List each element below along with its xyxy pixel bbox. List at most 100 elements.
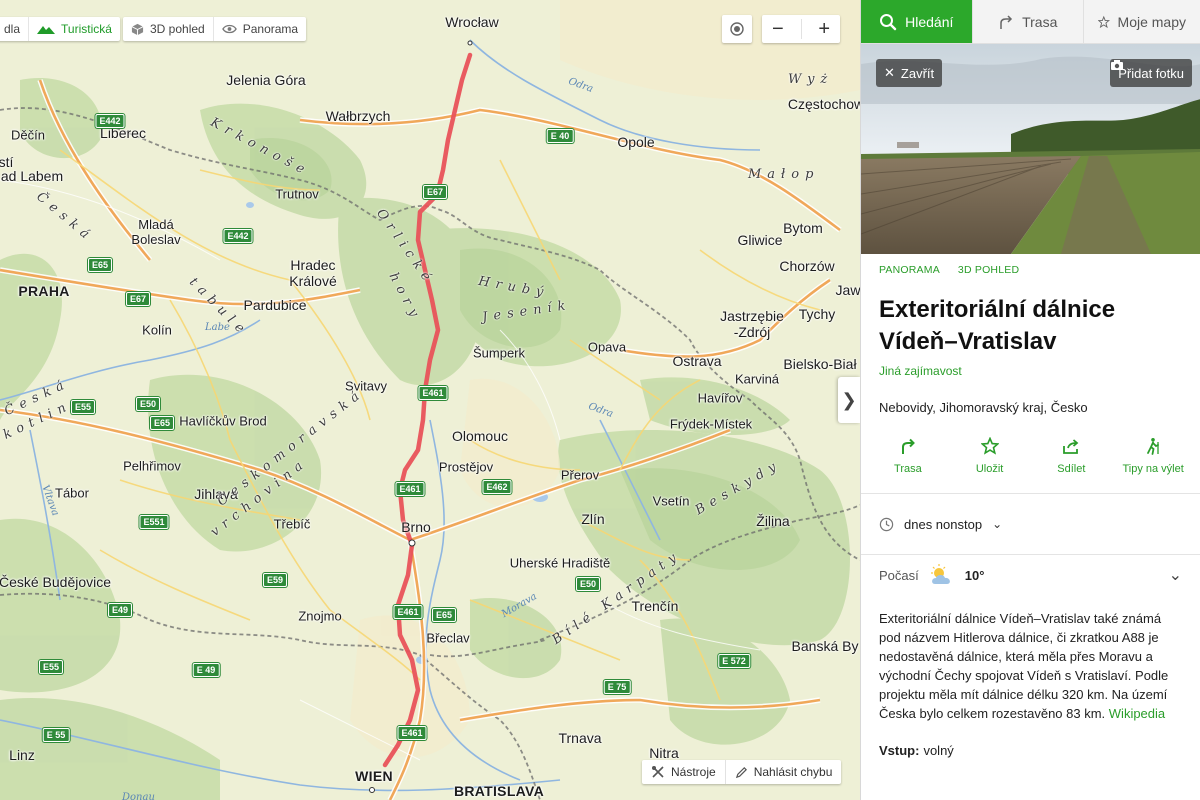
opening-hours-row[interactable]: dnes nonstop ⌄ (861, 494, 1200, 554)
map-bottom-bar: Nástroje Nahlásit chybu (642, 760, 842, 784)
place-bielsko: Bielsko-Biał (783, 356, 857, 372)
river-labe: Labe (205, 322, 230, 333)
tab-route[interactable]: Trasa (973, 0, 1084, 43)
place-frydek: Frýdek-Místek (669, 416, 753, 432)
tools-icon (652, 766, 664, 778)
place-jelenia-gora: Jelenia Góra (226, 72, 306, 88)
place-jastrzebie: Jastrzębie -Zdrój (720, 308, 784, 340)
place-karvina: Karviná (734, 371, 780, 387)
place-prostejov: Prostějov (438, 459, 494, 475)
road-shield: E442 (95, 114, 125, 128)
weather-label: Počasí (879, 567, 919, 583)
star-icon (1098, 15, 1110, 28)
place-usti-top: stí (0, 154, 14, 170)
road-shield: E551 (139, 515, 169, 529)
place-linz: Linz (9, 747, 35, 763)
wikipedia-link[interactable]: Wikipedia (1109, 706, 1165, 721)
place-trebic: Třebíč (273, 516, 311, 532)
road-shield: E59 (262, 573, 288, 587)
layer-3d[interactable]: 3D pohled (123, 17, 213, 41)
place-ostrava: Ostrava (672, 353, 722, 369)
place-decin: Děčín (11, 127, 45, 143)
entry-value: volný (923, 743, 954, 758)
road-shield: E55 (70, 400, 96, 414)
road-shield: E462 (482, 480, 512, 494)
place-wien: WIEN (355, 768, 393, 784)
chevron-down-icon: ⌄ (992, 517, 1003, 531)
road-shield: E 75 (603, 680, 631, 694)
chip-panorama[interactable]: PANORAMA (879, 264, 940, 276)
place-mlada-boleslav: Mladá Boleslav (131, 217, 181, 247)
tab-search[interactable]: Hledání (861, 0, 973, 43)
road-shield: E50 (135, 397, 161, 411)
road-shield: E49 (107, 603, 133, 617)
action-save[interactable]: Uložit (950, 437, 1030, 475)
layer-panorama[interactable]: Panorama (212, 17, 306, 41)
place-prerov: Přerov (560, 467, 600, 483)
map-canvas[interactable]: Wrocław Jelenia Góra Wałbrzych Częstocho… (0, 0, 860, 800)
zoom-in-button[interactable]: + (818, 18, 830, 41)
road-shield: E442 (223, 229, 253, 243)
place-nitra: Nitra (649, 745, 679, 761)
partly-cloudy-icon (930, 564, 950, 584)
road-shield: E 49 (192, 663, 220, 677)
place-zilina: Žilina (756, 513, 790, 529)
layer-partial[interactable]: dla (0, 17, 28, 41)
map-layer-bar: dla Turistická (0, 17, 120, 41)
close-photo-button[interactable]: ✕ Zavřít (876, 59, 943, 87)
temperature: 10° (964, 567, 985, 583)
chip-3d[interactable]: 3D POHLED (958, 264, 1019, 276)
place-gliwice: Gliwice (737, 232, 783, 248)
action-route[interactable]: Trasa (868, 437, 948, 475)
opening-hours: dnes nonstop (904, 516, 983, 532)
road-shield: E55 (38, 660, 64, 674)
panorama-photo[interactable]: ✕ Zavřít Přidat fotku (861, 44, 1200, 254)
place-havlickuv-brod: Havlíčkův Brod (179, 413, 267, 429)
place-usti: ad Labem (0, 168, 64, 184)
zoom-control: − + (762, 15, 840, 43)
layer-tourist[interactable]: Turistická (28, 17, 120, 41)
zoom-out-button[interactable]: − (772, 18, 784, 41)
road-shield: E 40 (546, 129, 574, 143)
place-bratislava: BRATISLAVA (453, 783, 545, 799)
road-shield: E50 (575, 577, 601, 591)
camera-icon (1111, 60, 1124, 70)
place-walbrzych: Wałbrzych (325, 108, 391, 124)
place-breclav: Břeclav (426, 630, 470, 646)
place-ceske-budejovice: České Budějovice (0, 574, 112, 590)
pencil-icon (735, 766, 747, 778)
poi-category[interactable]: Jiná zajímavost (861, 358, 1200, 378)
action-trip-tips[interactable]: Tipy na výlet (1113, 437, 1193, 475)
locate-button[interactable] (722, 15, 752, 43)
place-pelhrimov: Pelhřimov (123, 458, 181, 474)
report-error-button[interactable]: Nahlásit chybu (724, 760, 842, 784)
region-malopolska: Małop (748, 167, 820, 182)
mountain-icon (37, 26, 56, 34)
poi-address: Nebovidy, Jihomoravský kraj, Česko (879, 400, 1088, 415)
add-photo-button[interactable]: Přidat fotku (1110, 59, 1192, 87)
place-pardubice: Pardubice (243, 297, 307, 313)
river-dunaj: Donau (122, 792, 155, 800)
collapse-panel-button[interactable]: ❯ (838, 377, 860, 423)
road-shield: E65 (149, 416, 175, 430)
place-trnava: Trnava (558, 730, 602, 746)
road-shield: E 55 (42, 728, 70, 742)
entry-label: Vstup: (879, 743, 920, 758)
action-share[interactable]: Sdílet (1031, 437, 1111, 475)
place-bytom: Bytom (783, 220, 823, 236)
place-olomouc: Olomouc (451, 428, 509, 444)
weather-row[interactable]: Počasí 10° ⌄ (861, 555, 1200, 595)
share-icon (1063, 439, 1079, 454)
tools-button[interactable]: Nástroje (642, 760, 725, 784)
chevron-right-icon: ❯ (841, 389, 857, 410)
place-praha: PRAHA (18, 283, 70, 299)
cube-icon (131, 23, 144, 35)
route-arrow-icon (1000, 14, 1013, 29)
detail-panel: Hledání Trasa Moje mapy ✕ Zavřít Přidat … (860, 0, 1200, 800)
place-tabor: Tábor (55, 485, 89, 501)
place-chorzow: Chorzów (779, 258, 835, 274)
tab-my-maps[interactable]: Moje mapy (1084, 0, 1200, 43)
road-shield: E461 (418, 386, 448, 400)
map-view-bar: 3D pohled Panorama (123, 17, 307, 41)
place-zlin: Zlín (581, 511, 605, 527)
